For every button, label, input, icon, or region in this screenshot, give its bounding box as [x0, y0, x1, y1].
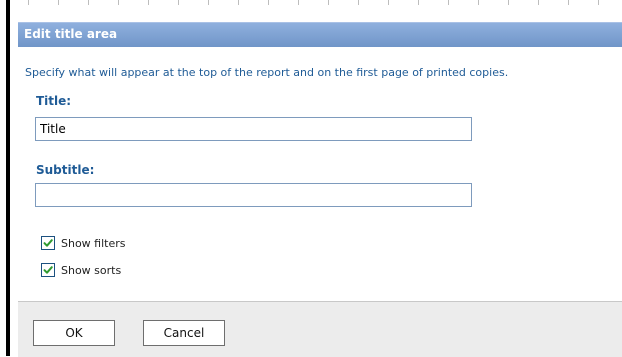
ruler-tick — [208, 0, 209, 5]
ruler-tick — [178, 0, 179, 5]
checkmark-icon — [43, 266, 53, 274]
ruler-tick — [298, 0, 299, 5]
show-sorts-checkbox[interactable] — [41, 263, 55, 277]
ruler-tick — [58, 0, 59, 5]
window-frame: Edit title area Specify what will appear… — [0, 0, 622, 357]
ruler-tick — [238, 0, 239, 5]
title-input[interactable] — [35, 117, 472, 141]
ruler-tick — [598, 0, 599, 5]
ruler-tick — [328, 0, 329, 5]
dialog-title: Edit title area — [24, 27, 118, 41]
checkmark-icon — [43, 239, 53, 247]
show-filters-option[interactable]: Show filters — [41, 235, 126, 251]
show-filters-label: Show filters — [61, 236, 126, 250]
dialog-footer: OK Cancel — [18, 301, 622, 357]
ruler-tick — [388, 0, 389, 5]
show-sorts-option[interactable]: Show sorts — [41, 262, 121, 278]
title-field-label: Title: — [36, 94, 72, 108]
ruler-tick — [358, 0, 359, 5]
ruler-tick — [148, 0, 149, 5]
ruler-tick — [568, 0, 569, 5]
ruler-tick — [88, 0, 89, 5]
ruler-tick — [478, 0, 479, 5]
ruler-tick — [448, 0, 449, 5]
ruler-tick — [118, 0, 119, 5]
ruler-tick — [418, 0, 419, 5]
subtitle-input[interactable] — [35, 183, 472, 207]
ruler-tick — [28, 0, 29, 5]
ruler-tick — [268, 0, 269, 5]
dialog-description: Specify what will appear at the top of t… — [25, 66, 509, 79]
edit-title-area-dialog: Edit title area Specify what will appear… — [10, 8, 622, 357]
ruler-tick — [508, 0, 509, 5]
show-sorts-label: Show sorts — [61, 263, 122, 277]
dialog-header: Edit title area — [18, 22, 622, 47]
ok-button[interactable]: OK — [33, 320, 115, 346]
ruler-tick — [538, 0, 539, 5]
cancel-button[interactable]: Cancel — [143, 320, 225, 346]
show-filters-checkbox[interactable] — [41, 236, 55, 250]
subtitle-field-label: Subtitle: — [36, 163, 95, 177]
